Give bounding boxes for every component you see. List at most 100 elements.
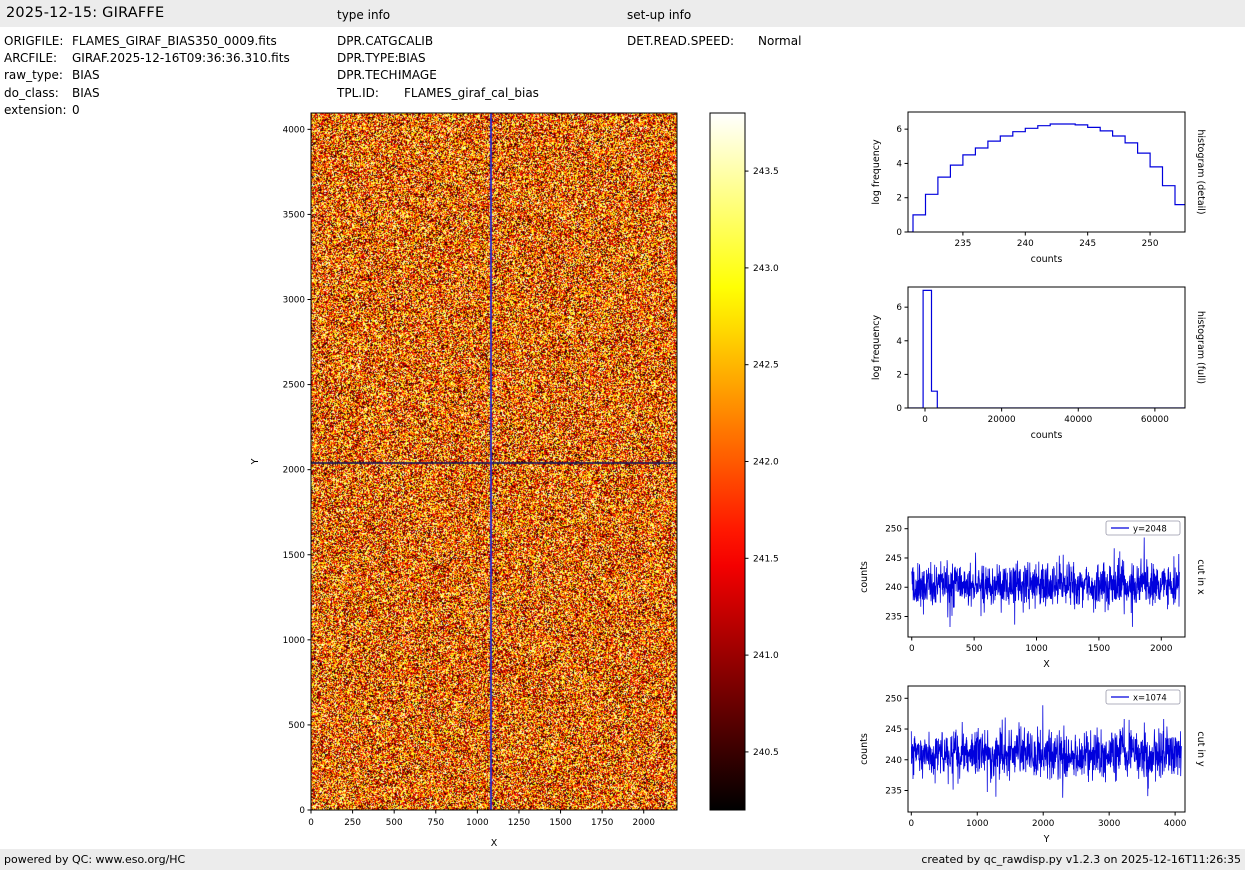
svg-text:2: 2 — [896, 194, 902, 204]
cut-in-x-plot: 0 500 1000 1500 2000 235 240 245 250 Xcounts cut i… — [859, 516, 1206, 670]
svg-text:4: 4 — [896, 337, 902, 347]
cut-in-y-plot: 0 1000 2000 3000 4000 235 240 245 250 Ycounts cut … — [859, 685, 1206, 845]
svg-text:2000: 2000 — [283, 466, 306, 476]
svg-text:241.0: 241.0 — [753, 651, 779, 661]
svg-text:1000: 1000 — [466, 818, 489, 828]
dpr-type-value: BIAS — [398, 51, 426, 66]
svg-text:1500: 1500 — [549, 818, 572, 828]
svg-text:500: 500 — [386, 818, 403, 828]
qc-report-page: 2025-12-15: GIRAFFE type info set-up inf… — [0, 0, 1245, 870]
svg-text:243.5: 243.5 — [753, 167, 779, 177]
svg-text:histogram (detail): histogram (detail) — [1195, 129, 1206, 214]
svg-text:750: 750 — [427, 818, 444, 828]
raw-image-axes: 0 250 500 750 1000 1250 1500 1750 2000 0 500 1000 15… — [250, 112, 678, 849]
svg-text:242.5: 242.5 — [753, 361, 779, 371]
svg-text:235: 235 — [885, 786, 902, 796]
svg-text:0: 0 — [308, 818, 314, 828]
det-read-speed-value: Normal — [758, 34, 802, 48]
dpr-catg-value: CALIB — [398, 34, 434, 48]
svg-text:240: 240 — [1017, 239, 1034, 249]
svg-text:0: 0 — [896, 228, 902, 238]
svg-text:240: 240 — [885, 583, 902, 593]
svg-text:6: 6 — [896, 125, 902, 135]
svg-text:6: 6 — [896, 303, 902, 313]
svg-text:250: 250 — [885, 694, 902, 704]
svg-text:0: 0 — [909, 644, 915, 654]
svg-text:500: 500 — [288, 721, 305, 731]
colorbar-svg: 240.5 241.0 241.5 242.0 242.5 243.0 243.5 — [709, 112, 779, 811]
svg-text:4000: 4000 — [283, 125, 306, 135]
svg-text:235: 235 — [885, 613, 902, 623]
svg-text:20000: 20000 — [988, 415, 1016, 425]
footer-left-text: powered by QC: www.eso.org/HC — [4, 853, 186, 866]
setup-info-heading: set-up info — [627, 8, 692, 22]
footer-bar: powered by QC: www.eso.org/HC created by… — [0, 849, 1245, 870]
extension-label: extension: — [4, 102, 67, 117]
svg-text:4000: 4000 — [1164, 819, 1187, 829]
svg-text:counts: counts — [859, 561, 870, 593]
svg-text:1500: 1500 — [1088, 644, 1111, 654]
type-info-heading: type info — [337, 8, 391, 22]
dpr-type-label: DPR.TYPE: — [337, 51, 399, 66]
dpr-tech-label: DPR.TECH: — [337, 68, 402, 83]
svg-text:cut in x: cut in x — [1195, 559, 1206, 595]
svg-text:250: 250 — [885, 525, 902, 535]
svg-text:240.5: 240.5 — [753, 748, 779, 758]
svg-text:cut in y: cut in y — [1195, 731, 1206, 767]
raw-type-label: raw_type: — [4, 68, 63, 83]
histogram-detail-plot: 235 240 245 250 0 2 4 6 counts log frequency histo… — [871, 111, 1206, 265]
svg-text:242.0: 242.0 — [753, 458, 779, 468]
extension-value: 0 — [72, 102, 80, 117]
svg-text:1000: 1000 — [283, 636, 306, 646]
svg-text:250: 250 — [1142, 239, 1159, 249]
svg-text:X: X — [491, 838, 498, 849]
svg-text:X: X — [1043, 659, 1050, 670]
histogram-full-plot: 0 20000 40000 60000 0 2 4 6 counts log frequency h… — [871, 286, 1206, 441]
svg-text:Y: Y — [250, 458, 261, 465]
svg-text:2: 2 — [896, 370, 902, 380]
svg-text:y=2048: y=2048 — [1133, 525, 1167, 535]
svg-text:243.0: 243.0 — [753, 264, 779, 274]
svg-text:60000: 60000 — [1141, 415, 1169, 425]
svg-text:250: 250 — [344, 818, 361, 828]
svg-text:241.5: 241.5 — [753, 554, 779, 564]
arcfile-value: GIRAF.2025-12-16T09:36:36.310.fits — [72, 51, 290, 66]
origfile-value: FLAMES_GIRAF_BIAS350_0009.fits — [72, 34, 277, 48]
svg-text:0: 0 — [908, 819, 914, 829]
svg-text:245: 245 — [1079, 239, 1096, 249]
svg-text:1500: 1500 — [283, 551, 306, 561]
svg-text:3500: 3500 — [283, 210, 306, 220]
svg-text:counts: counts — [859, 733, 870, 765]
origfile-label: ORIGFILE: — [4, 34, 64, 48]
dpr-tech-value: IMAGE — [398, 68, 437, 83]
svg-text:Y: Y — [1043, 834, 1050, 845]
svg-text:2500: 2500 — [283, 381, 306, 391]
svg-text:3000: 3000 — [283, 296, 306, 306]
svg-text:2000: 2000 — [633, 818, 656, 828]
svg-text:1000: 1000 — [966, 819, 989, 829]
footer-right-text: created by qc_rawdisp.py v1.2.3 on 2025-… — [921, 853, 1241, 866]
svg-text:1000: 1000 — [1025, 644, 1048, 654]
colorbar: 240.5 241.0 241.5 242.0 242.5 243.0 243.5 — [700, 96, 840, 870]
svg-text:log frequency: log frequency — [871, 139, 882, 205]
svg-text:4: 4 — [896, 159, 902, 169]
svg-text:0: 0 — [922, 415, 928, 425]
raw-image-chart: 0 250 500 750 1000 1250 1500 1750 2000 0 500 1000 15… — [236, 96, 707, 870]
det-read-speed-label: DET.READ.SPEED: — [627, 34, 735, 48]
svg-text:0: 0 — [299, 806, 305, 816]
svg-text:500: 500 — [966, 644, 983, 654]
do-class-value: BIAS — [72, 85, 100, 100]
svg-text:1750: 1750 — [591, 818, 614, 828]
svg-text:counts: counts — [1031, 430, 1063, 441]
page-title: 2025-12-15: GIRAFFE — [6, 5, 165, 21]
dpr-catg-label: DPR.CATG: — [337, 34, 402, 48]
svg-text:0: 0 — [896, 404, 902, 414]
svg-text:3000: 3000 — [1098, 819, 1121, 829]
svg-text:235: 235 — [955, 239, 972, 249]
svg-text:log frequency: log frequency — [871, 315, 882, 381]
raw-type-value: BIAS — [72, 68, 100, 83]
svg-text:1250: 1250 — [508, 818, 531, 828]
arcfile-label: ARCFILE: — [4, 51, 58, 66]
svg-text:counts: counts — [1031, 254, 1063, 265]
svg-text:2000: 2000 — [1032, 819, 1055, 829]
